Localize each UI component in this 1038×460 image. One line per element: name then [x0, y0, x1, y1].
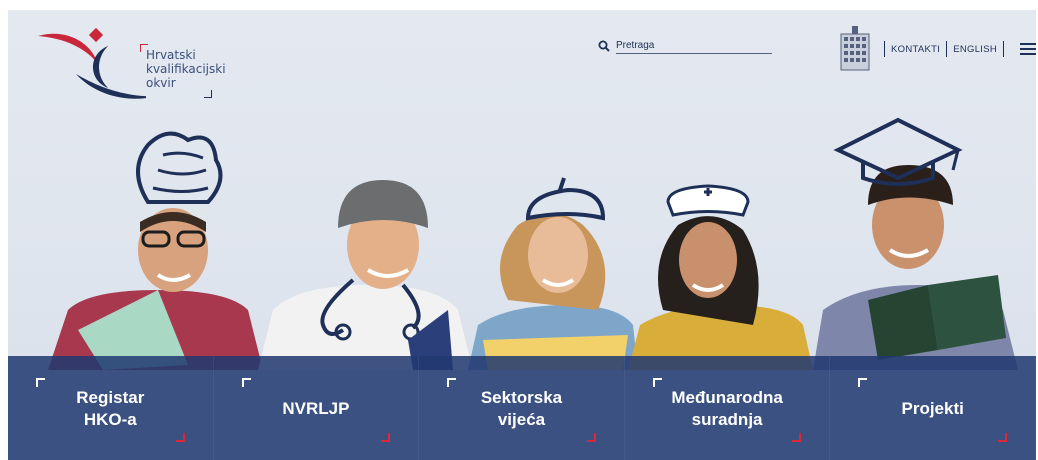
top-navigation: KONTAKTI ENGLISH: [878, 40, 1036, 58]
tile-corner-bottom-right: [381, 433, 391, 442]
logo-text: Hrvatski kvalifikacijski okvir: [146, 48, 226, 90]
logo-bracket-bottom: [204, 90, 212, 98]
tile-nvrljp[interactable]: NVRLJP: [213, 356, 420, 460]
tile-label: Sektorska vijeća: [480, 388, 563, 429]
logo-mark-icon: [38, 27, 158, 99]
nav-divider: [1003, 41, 1005, 57]
person-reader-illustration: [468, 177, 638, 370]
tile-sektorska-vijeca[interactable]: Sektorska vijeća: [419, 356, 625, 460]
tile-corner-bottom-right: [175, 433, 185, 442]
tile-label: Projekti: [901, 399, 964, 418]
tile-registar-hko[interactable]: Registar HKO-a: [8, 356, 214, 460]
person-nurse-illustration: [628, 184, 813, 370]
nav-link-english[interactable]: ENGLISH: [953, 44, 997, 55]
nav-divider: [946, 41, 948, 57]
section-tiles: Registar HKO-a NVRLJP Sektorska vijeća M…: [8, 356, 1036, 460]
logo-line-2: kvalifikacijski: [146, 62, 226, 76]
person-doctor-illustration: [258, 180, 473, 370]
logo-line-1: Hrvatski: [146, 48, 196, 62]
tile-corner-bottom-right: [997, 433, 1007, 442]
nav-link-contacts[interactable]: KONTAKTI: [891, 44, 940, 55]
tile-corner-bottom-right: [792, 433, 802, 442]
tile-projekti[interactable]: Projekti: [830, 356, 1036, 460]
hero-banner: Hrvatski kvalifikacijski okvir KONTAKTI …: [8, 10, 1036, 460]
logo-line-3: okvir: [146, 76, 176, 90]
tile-corner-top-left: [36, 378, 45, 387]
tile-corner-bottom-right: [586, 433, 596, 442]
tile-label: Međunarodna suradnja: [671, 388, 783, 429]
tile-corner-top-left: [652, 378, 662, 387]
search-input[interactable]: [616, 38, 772, 54]
tile-corner-top-left: [447, 378, 457, 387]
tile-label: NVRLJP: [282, 399, 350, 418]
tile-medunarodna-suradnja[interactable]: Međunarodna suradnja: [624, 356, 831, 460]
person-graduate-illustration: [813, 117, 1018, 370]
hko-logo[interactable]: Hrvatski kvalifikacijski okvir: [36, 24, 236, 104]
hamburger-menu-icon[interactable]: [1020, 43, 1036, 55]
person-chef-illustration: [48, 131, 263, 370]
building-icon[interactable]: [838, 24, 872, 72]
tile-corner-top-left: [241, 378, 251, 387]
search-icon[interactable]: [598, 40, 610, 52]
hero-people-illustration: [48, 117, 1018, 370]
nav-divider: [884, 41, 885, 57]
tile-label: Registar HKO-a: [76, 388, 145, 429]
search-bar: [596, 38, 776, 58]
tile-corner-top-left: [858, 378, 868, 387]
